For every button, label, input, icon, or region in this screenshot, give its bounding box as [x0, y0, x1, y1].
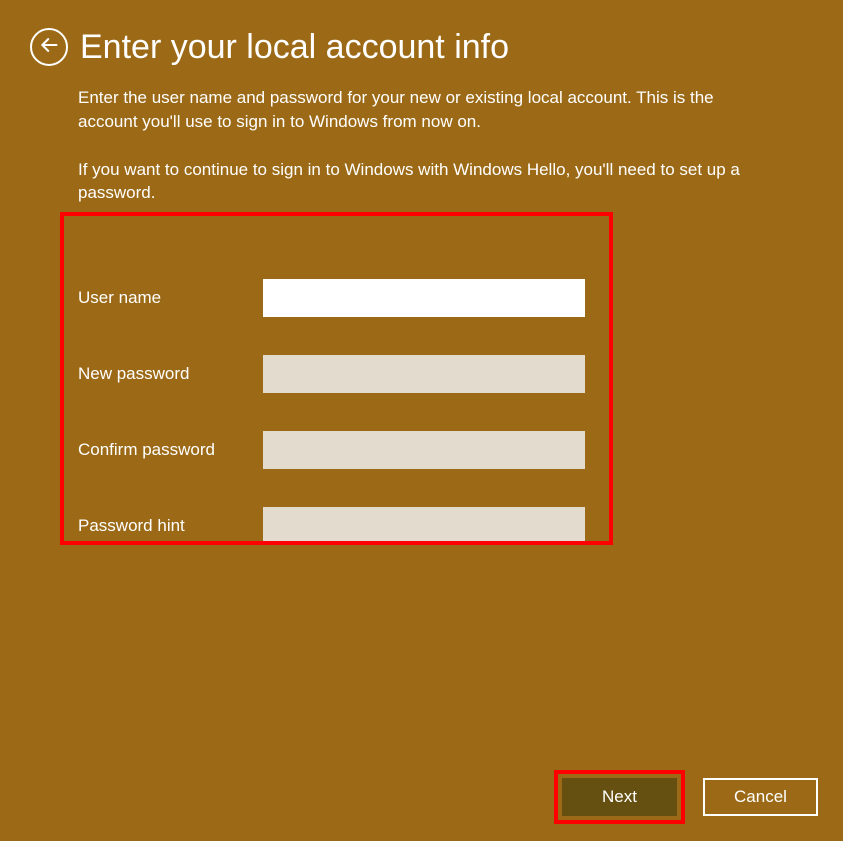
new-password-row: New password: [78, 355, 843, 393]
confirm-password-input[interactable]: [263, 431, 585, 469]
header: Enter your local account info: [0, 0, 843, 76]
arrow-left-icon: [39, 35, 59, 60]
description-block: Enter the user name and password for you…: [0, 76, 800, 205]
button-bar: Next Cancel: [562, 778, 818, 816]
cancel-button[interactable]: Cancel: [703, 778, 818, 816]
next-button[interactable]: Next: [562, 778, 677, 816]
page-title: Enter your local account info: [80, 30, 509, 64]
username-row: User name: [78, 279, 843, 317]
password-hint-label: Password hint: [78, 516, 263, 536]
password-hint-input[interactable]: [263, 507, 585, 545]
description-paragraph-1: Enter the user name and password for you…: [78, 86, 752, 134]
next-button-wrapper: Next: [562, 778, 677, 816]
new-password-input[interactable]: [263, 355, 585, 393]
confirm-password-label: Confirm password: [78, 440, 263, 460]
password-hint-row: Password hint: [78, 507, 843, 545]
back-button[interactable]: [30, 28, 68, 66]
form-container: User name New password Confirm password …: [0, 229, 843, 545]
username-input[interactable]: [263, 279, 585, 317]
confirm-password-row: Confirm password: [78, 431, 843, 469]
new-password-label: New password: [78, 364, 263, 384]
username-label: User name: [78, 288, 263, 308]
description-paragraph-2: If you want to continue to sign in to Wi…: [78, 158, 752, 206]
